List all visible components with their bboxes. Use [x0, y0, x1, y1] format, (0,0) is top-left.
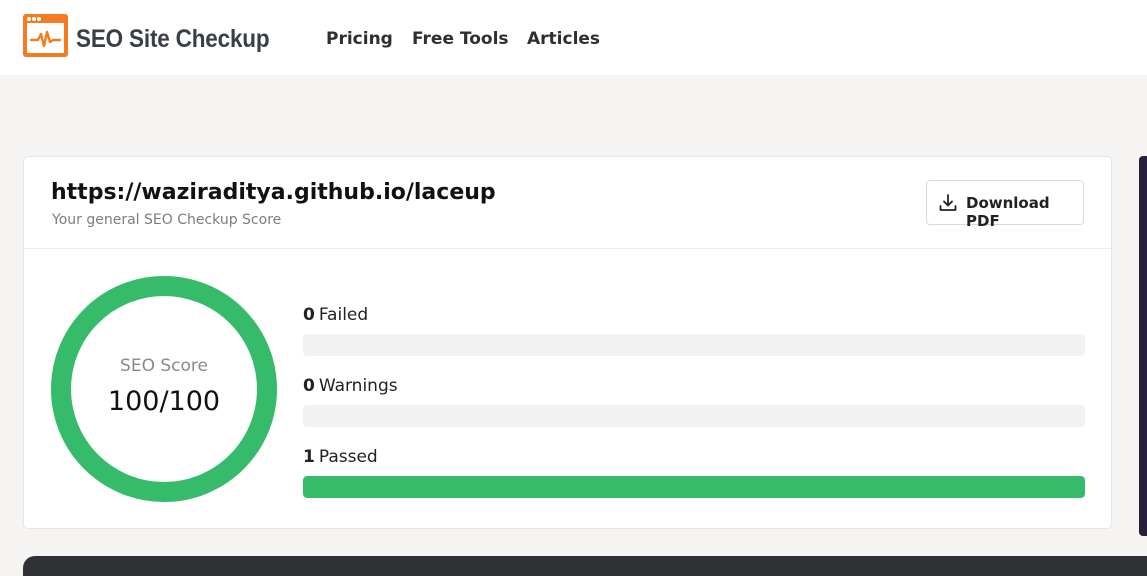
stat-warnings: 0 Warnings	[303, 375, 1085, 427]
pulse-window-icon[interactable]	[23, 14, 68, 57]
passed-label: Passed	[318, 447, 378, 467]
download-pdf-label: Download PDF	[966, 194, 1050, 230]
report-url: https://waziraditya.github.io/laceup	[51, 180, 496, 205]
warnings-count: 0	[303, 376, 315, 396]
report-card: https://waziraditya.github.io/laceup You…	[23, 156, 1112, 529]
passed-bar	[303, 476, 1085, 498]
next-section-edge	[23, 556, 1147, 576]
nav-articles[interactable]: Articles	[527, 28, 600, 50]
passed-count: 1	[303, 447, 315, 467]
stat-failed: 0 Failed	[303, 304, 1085, 356]
failed-count: 0	[303, 305, 315, 325]
brand-name[interactable]: SEO Site Checkup	[76, 24, 270, 54]
download-icon	[938, 193, 958, 217]
report-header: https://waziraditya.github.io/laceup You…	[24, 157, 1111, 249]
seo-score-gauge: SEO Score 100/100	[50, 275, 278, 503]
nav-free-tools[interactable]: Free Tools	[412, 28, 509, 50]
stat-passed: 1 Passed	[303, 446, 1085, 498]
score-label: SEO Score	[120, 356, 208, 376]
side-panel-edge	[1139, 156, 1147, 536]
warnings-bar	[303, 405, 1085, 427]
passed-bar-fill	[303, 476, 1085, 498]
warnings-label: Warnings	[318, 376, 398, 396]
download-pdf-button[interactable]: Download PDF	[926, 180, 1084, 230]
top-navbar: SEO Site Checkup Pricing Free Tools Arti…	[0, 0, 1147, 75]
failed-bar	[303, 334, 1085, 356]
nav-pricing[interactable]: Pricing	[326, 28, 393, 50]
score-value: 100/100	[107, 386, 221, 417]
failed-label: Failed	[318, 305, 369, 325]
report-subtitle: Your general SEO Checkup Score	[52, 212, 282, 228]
